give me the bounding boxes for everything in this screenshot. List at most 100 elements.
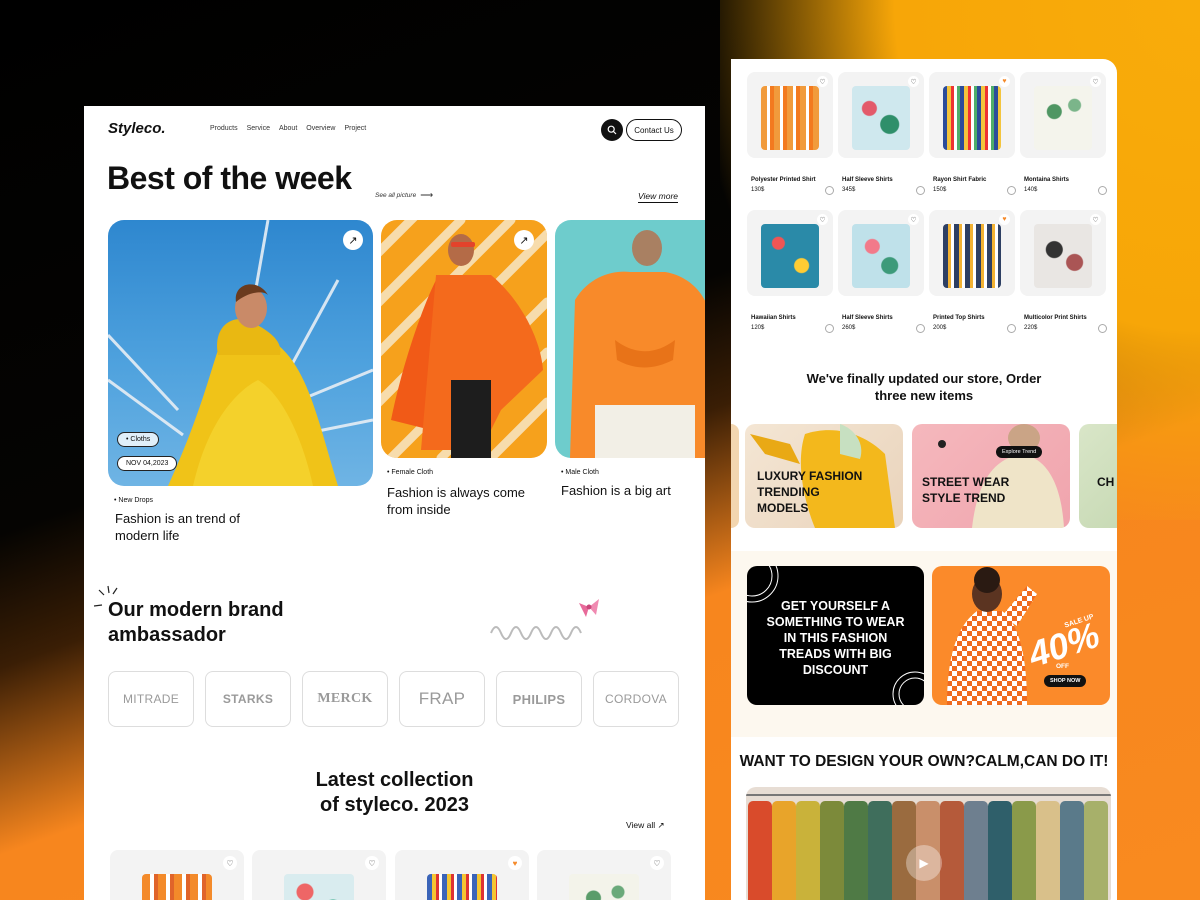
heart-icon: ♡ xyxy=(819,78,826,86)
shirt-image xyxy=(1034,86,1092,150)
feature-card-orange-shirt[interactable]: ↗ xyxy=(381,220,547,458)
ambassador-title-line: ambassador xyxy=(108,624,226,646)
heart-icon: ♡ xyxy=(1092,216,1099,224)
clothing-rack-video[interactable]: ▶ xyxy=(746,787,1111,900)
favorite-button[interactable]: ♥ xyxy=(999,76,1010,87)
category-card-luxury[interactable] xyxy=(731,424,739,528)
category-card-street-wear[interactable]: Explore Trend STREET WEAR STYLE TREND xyxy=(912,424,1070,528)
nav-overview[interactable]: Overview xyxy=(306,125,335,132)
discount-banner[interactable]: GET YOURSELF A SOMETHING TO WEAR IN THIS… xyxy=(747,566,924,705)
sale-banner[interactable]: SALE UP 40% OFF SHOP NOW xyxy=(932,566,1110,705)
category-card-partial[interactable]: CH xyxy=(1079,424,1117,528)
favorite-button[interactable]: ♡ xyxy=(650,856,664,870)
nav-project[interactable]: Project xyxy=(344,125,366,132)
favorite-button[interactable]: ♥ xyxy=(508,856,522,870)
product-card[interactable]: ♡ xyxy=(1020,210,1106,296)
card-title-line: Fashion is always come xyxy=(387,485,525,500)
product-card[interactable]: ♥ xyxy=(929,210,1015,296)
favorite-button[interactable]: ♡ xyxy=(365,856,379,870)
shirt-image xyxy=(943,224,1001,288)
nav-about[interactable]: About xyxy=(279,125,297,132)
promo-line: TREADS WITH BIG xyxy=(779,647,892,661)
feature-card-yellow-coat[interactable]: ↗ • Cloths NOV 04,2023 xyxy=(108,220,373,486)
category-title-line: LUXURY FASHION xyxy=(757,469,863,483)
rack-garment xyxy=(1084,801,1108,900)
product-price: 150$ xyxy=(933,187,947,193)
see-all-link[interactable]: See all picture ⟶ xyxy=(375,190,433,201)
card-title-line: from inside xyxy=(387,502,451,517)
arrow-up-right-icon: ↗ xyxy=(657,820,665,830)
favorite-button[interactable]: ♡ xyxy=(908,76,919,87)
category-title-line: TRENDING xyxy=(757,485,820,499)
page-title: Best of the week xyxy=(107,160,352,196)
shirt-image xyxy=(569,874,639,900)
add-to-cart-icon[interactable] xyxy=(1007,324,1016,333)
product-card[interactable]: ♡ xyxy=(537,850,671,900)
product-price: 260$ xyxy=(842,325,856,331)
date-badge: NOV 04,2023 xyxy=(117,456,178,471)
favorite-button[interactable]: ♥ xyxy=(999,214,1010,225)
favorite-button[interactable]: ♡ xyxy=(817,214,828,225)
product-card[interactable]: ♥ xyxy=(395,850,529,900)
add-to-cart-icon[interactable] xyxy=(1098,324,1107,333)
nav-products[interactable]: Products xyxy=(210,125,238,132)
product-card[interactable]: ♡ xyxy=(747,210,833,296)
card-tag: • Female Cloth xyxy=(387,469,434,476)
search-button[interactable] xyxy=(601,119,623,141)
feature-card-orange-blazer[interactable] xyxy=(555,220,705,458)
product-card[interactable]: ♡ xyxy=(110,850,244,900)
rack-garment xyxy=(1036,801,1060,900)
rack-garment xyxy=(868,801,892,900)
product-card[interactable]: ♡ xyxy=(252,850,386,900)
open-card-button[interactable]: ↗ xyxy=(514,230,534,250)
heart-icon: ♡ xyxy=(653,858,661,868)
favorite-button[interactable]: ♡ xyxy=(1090,76,1101,87)
product-price: 345$ xyxy=(842,187,856,193)
add-to-cart-icon[interactable] xyxy=(916,186,925,195)
play-button[interactable]: ▶ xyxy=(906,845,942,881)
view-all-link[interactable]: View all ↗ xyxy=(626,820,665,831)
favorite-button[interactable]: ♡ xyxy=(817,76,828,87)
shirt-image xyxy=(852,86,910,150)
favorite-button[interactable]: ♡ xyxy=(1090,214,1101,225)
add-to-cart-icon[interactable] xyxy=(1007,186,1016,195)
product-card[interactable]: ♡ xyxy=(747,72,833,158)
design-your-own-title: WANT TO DESIGN YOUR OWN?CALM,CAN DO IT! xyxy=(739,753,1109,770)
add-to-cart-icon[interactable] xyxy=(916,324,925,333)
ambassador-title: Our modern brand ambassador xyxy=(108,598,284,648)
view-more-link[interactable]: View more xyxy=(638,191,678,203)
category-card-luxury-fashion[interactable]: LUXURY FASHION TRENDING MODELS xyxy=(745,424,903,528)
logo[interactable]: Styleco. xyxy=(108,120,166,137)
shirt-image xyxy=(1034,224,1092,288)
see-all-label: See all picture xyxy=(375,192,417,199)
landing-page-panel: Styleco. Products Service About Overview… xyxy=(84,106,705,900)
shirt-image xyxy=(284,874,354,900)
product-card[interactable]: ♥ xyxy=(929,72,1015,158)
add-to-cart-icon[interactable] xyxy=(1098,186,1107,195)
nav-service[interactable]: Service xyxy=(247,125,270,132)
product-price: 130$ xyxy=(751,187,765,193)
shop-now-button[interactable]: SHOP NOW xyxy=(1044,675,1087,687)
add-to-cart-icon[interactable] xyxy=(825,186,834,195)
photo-clothing-rack xyxy=(746,794,1111,900)
store-update-line: three new items xyxy=(874,388,974,403)
heart-filled-icon: ♥ xyxy=(512,858,518,868)
open-card-button[interactable]: ↗ xyxy=(343,230,363,250)
favorite-button[interactable]: ♡ xyxy=(908,214,919,225)
shirt-image xyxy=(142,874,212,900)
category-title: STREET WEAR STYLE TREND xyxy=(922,474,1009,506)
product-card[interactable]: ♡ xyxy=(838,72,924,158)
product-card[interactable]: ♡ xyxy=(838,210,924,296)
contact-us-button[interactable]: Contact Us xyxy=(626,119,682,141)
shop-page-panel: ♡ Polyester Printed Shirt 130$ ♡ Half Slee… xyxy=(731,59,1117,900)
favorite-button[interactable]: ♡ xyxy=(223,856,237,870)
heart-icon: ♡ xyxy=(226,858,234,868)
explore-trend-button[interactable]: Explore Trend xyxy=(996,446,1043,458)
rack-garment xyxy=(940,801,964,900)
arrow-right-icon: ⟶ xyxy=(420,190,434,200)
product-card[interactable]: ♡ xyxy=(1020,72,1106,158)
category-title-line: STYLE TREND xyxy=(922,491,1006,505)
brand-philips: PHILIPS xyxy=(496,671,582,727)
add-to-cart-icon[interactable] xyxy=(825,324,834,333)
view-all-label: View all xyxy=(626,820,656,830)
